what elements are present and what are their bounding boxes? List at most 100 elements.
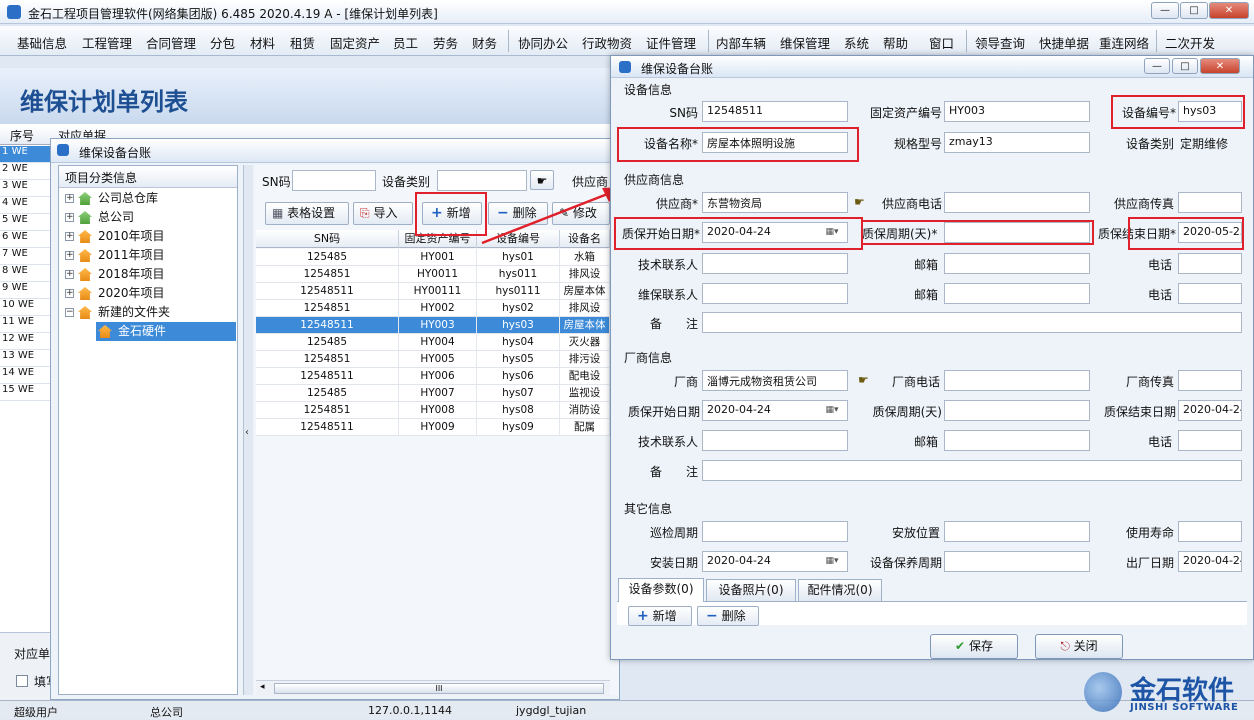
maker-email-input[interactable] [944,430,1090,451]
location-input[interactable] [944,521,1090,542]
menu-item-window[interactable]: 窗口 [929,33,954,52]
remark-input[interactable] [702,312,1242,333]
menu-item-admin-supplies[interactable]: 行政物资 [582,33,632,52]
table-row[interactable]: 1254851 HY002 hys02 排风设 [256,300,610,317]
dialog-close-button[interactable]: ✕ [1200,58,1240,74]
tree-item-jinshi-hardware[interactable]: 金石硬件 [96,322,236,341]
menu-item-basic[interactable]: 基础信息 [17,33,67,52]
calendar-dropdown-icon[interactable]: ▦▾ [822,223,842,242]
close-dialog-button[interactable]: ⎋ 关闭 [1035,634,1123,659]
maint-contact-input[interactable] [702,283,848,304]
tree-item-warehouse[interactable]: + 公司总仓库 [62,189,236,208]
maker-input[interactable]: 淄博元成物资租赁公司 [702,370,848,391]
menu-item-finance[interactable]: 财务 [472,33,497,52]
menu-item-certificates[interactable]: 证件管理 [646,33,696,52]
scroll-thumb[interactable]: III [274,683,604,694]
menu-item-assets[interactable]: 固定资产 [330,33,380,52]
tech-contact-input[interactable] [702,253,848,274]
maker-tech-contact-input[interactable] [702,430,848,451]
menu-item-reconnect[interactable]: 重连网络 [1099,33,1149,52]
maker-remark-input[interactable] [702,460,1242,481]
maker-warranty-period-input[interactable] [944,400,1090,421]
warranty-period-input[interactable] [944,222,1090,243]
tab-device-photos[interactable]: 设备照片(0) [706,579,796,601]
menu-item-project[interactable]: 工程管理 [82,33,132,52]
tree-item-2010[interactable]: + 2010年项目 [62,227,236,246]
table-row[interactable]: 12548511 HY00111 hys0111 房屋本体 [256,283,610,300]
device-name-input[interactable]: 房屋本体照明设施 [702,132,848,153]
menu-item-maintenance[interactable]: 维保管理 [780,33,830,52]
menu-item-system[interactable]: 系统 [844,33,869,52]
maximize-button[interactable]: □ [1180,2,1208,19]
calendar-dropdown-icon[interactable]: ▦▾ [822,552,842,571]
menu-item-contract[interactable]: 合同管理 [146,33,196,52]
table-row[interactable]: 125485 HY001 hys01 水箱 [256,249,610,266]
table-row-selected[interactable]: 12548511 HY003 hys03 房屋本体 [256,317,610,334]
calendar-dropdown-icon[interactable]: ▦▾ [822,401,842,420]
menu-item-office[interactable]: 协同办公 [518,33,568,52]
expand-icon[interactable]: + [65,270,74,279]
tree-item-head-office[interactable]: + 总公司 [62,208,236,227]
maint-cycle-input[interactable] [944,551,1090,572]
device-type-value[interactable]: 定期维修 [1180,135,1228,152]
panel-splitter[interactable]: ‹ [243,165,253,695]
factory-date-input[interactable]: 2020-04-24 [1178,551,1242,572]
expand-icon[interactable]: + [65,194,74,203]
menu-item-labor[interactable]: 劳务 [433,33,458,52]
menu-item-subcontract[interactable]: 分包 [210,33,235,52]
minimize-button[interactable]: — [1151,2,1179,19]
asset-no-input[interactable]: HY003 [944,101,1090,122]
menu-item-help[interactable]: 帮助 [883,33,908,52]
horizontal-scrollbar[interactable]: ◂ III [256,680,610,696]
import-button[interactable]: ⎘ 导入 [353,202,413,225]
tab-add-button[interactable]: + 新增 [628,606,692,626]
warranty-end-input[interactable]: 2020-05-25 [1178,222,1242,243]
maker-phone2-input[interactable] [1178,430,1242,451]
maker-phone-input[interactable] [944,370,1090,391]
scroll-left-icon[interactable]: ◂ [260,682,265,692]
column-header[interactable]: 序号 [10,127,34,144]
table-row[interactable]: 12548511 HY006 hys06 配电设 [256,368,610,385]
table-row[interactable]: 125485 HY004 hys04 灭火器 [256,334,610,351]
fill-checkbox[interactable] [16,675,28,687]
menu-item-quick-docs[interactable]: 快捷单据 [1039,33,1089,52]
supplier-fax-input[interactable] [1178,192,1242,213]
maker-fax-input[interactable] [1178,370,1242,391]
tab-delete-button[interactable]: − 删除 [697,606,759,626]
email-input[interactable] [944,253,1090,274]
menu-item-lease[interactable]: 租赁 [290,33,315,52]
menu-item-dev[interactable]: 二次开发 [1165,33,1215,52]
dialog-minimize-button[interactable]: — [1144,58,1170,74]
tree-item-new-folder[interactable]: − 新建的文件夹 [62,303,236,322]
column-header[interactable]: SN码 [256,230,399,248]
collapse-icon[interactable]: − [65,308,74,317]
expand-icon[interactable]: + [65,213,74,222]
tree-item-2011[interactable]: + 2011年项目 [62,246,236,265]
add-button[interactable]: + 新增 [422,202,482,225]
table-row[interactable]: 12548511 HY009 hys09 配属 [256,419,610,436]
menu-item-staff[interactable]: 员工 [393,33,418,52]
close-button[interactable]: ✕ [1209,2,1249,19]
dialog-maximize-button[interactable]: □ [1172,58,1198,74]
phone-input[interactable] [1178,283,1242,304]
table-row[interactable]: 1254851 HY0011 hys011 排风设 [256,266,610,283]
supplier-phone-input[interactable] [944,192,1090,213]
expand-icon[interactable]: + [65,251,74,260]
expand-icon[interactable]: + [65,289,74,298]
sn-filter-input[interactable] [292,170,376,191]
phone-input[interactable] [1178,253,1242,274]
table-row[interactable]: 1254851 HY005 hys05 排污设 [256,351,610,368]
menu-item-vehicles[interactable]: 内部车辆 [716,33,766,52]
collapse-arrow-icon[interactable]: ‹ [245,427,249,438]
sn-input[interactable]: 12548511 [702,101,848,122]
patrol-input[interactable] [702,521,848,542]
supplier-input[interactable]: 东营物资局 [702,192,848,213]
tree-item-2020[interactable]: + 2020年项目 [62,284,236,303]
tab-parts[interactable]: 配件情况(0) [798,579,882,601]
life-input[interactable] [1178,521,1242,542]
email-input[interactable] [944,283,1090,304]
table-row[interactable]: 1254851 HY008 hys08 消防设 [256,402,610,419]
model-input[interactable]: zmay13 [944,132,1090,153]
tree-item-2018[interactable]: + 2018年项目 [62,265,236,284]
expand-icon[interactable]: + [65,232,74,241]
